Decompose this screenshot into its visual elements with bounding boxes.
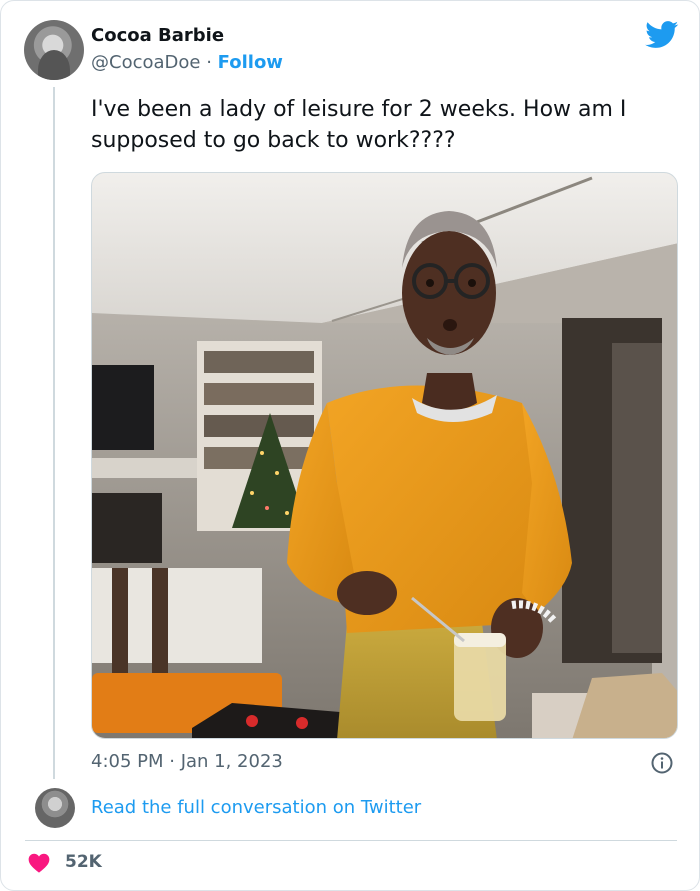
follow-button[interactable]: Follow [218, 52, 283, 73]
tweet-timestamp[interactable]: 4:05 PM · Jan 1, 2023 [91, 751, 283, 772]
author-handle[interactable]: @CocoaDoe [91, 52, 200, 73]
thread-line [53, 87, 55, 779]
tweet-media-image[interactable] [91, 172, 678, 739]
info-icon[interactable] [651, 752, 673, 774]
tweet-card: Cocoa Barbie @CocoaDoe · Follow I've bee… [0, 0, 700, 891]
handle-separator: · [206, 52, 212, 73]
tweet-text: I've been a lady of leisure for 2 weeks.… [91, 97, 627, 153]
handle-row: @CocoaDoe · Follow [91, 52, 283, 73]
like-count[interactable]: 52K [65, 852, 102, 872]
photo-scene [92, 173, 677, 738]
divider [25, 840, 677, 841]
author-avatar-small[interactable] [35, 788, 75, 828]
author-name[interactable]: Cocoa Barbie [91, 25, 224, 46]
twitter-bird-icon[interactable] [645, 21, 679, 49]
author-avatar[interactable] [24, 20, 84, 80]
heart-icon[interactable] [28, 853, 50, 873]
read-conversation-link[interactable]: Read the full conversation on Twitter [91, 797, 421, 818]
